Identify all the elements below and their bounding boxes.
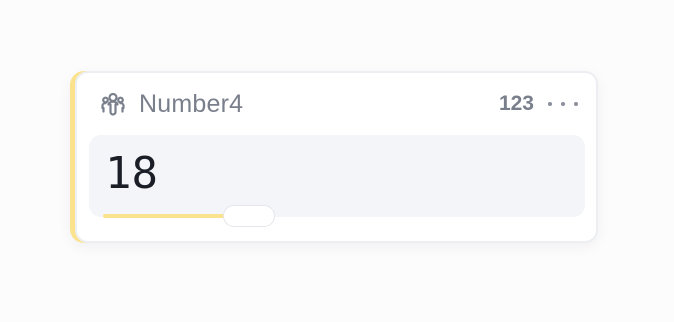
number-field-card: Number4 123 18 xyxy=(70,71,598,243)
number-type-badge: 123 xyxy=(498,92,534,115)
number-value-input[interactable]: 18 xyxy=(89,135,585,217)
field-name-label: Number4 xyxy=(139,89,244,118)
more-horizontal-icon xyxy=(548,102,552,106)
number-value[interactable]: 18 xyxy=(105,150,158,198)
more-options-button[interactable] xyxy=(548,92,578,116)
card-header: Number4 123 xyxy=(99,87,578,121)
value-slider[interactable] xyxy=(103,205,395,227)
card-body: Number4 123 18 xyxy=(75,71,598,243)
users-icon xyxy=(99,90,127,118)
canvas: Number4 123 18 xyxy=(0,0,674,322)
slider-handle[interactable] xyxy=(223,205,275,227)
